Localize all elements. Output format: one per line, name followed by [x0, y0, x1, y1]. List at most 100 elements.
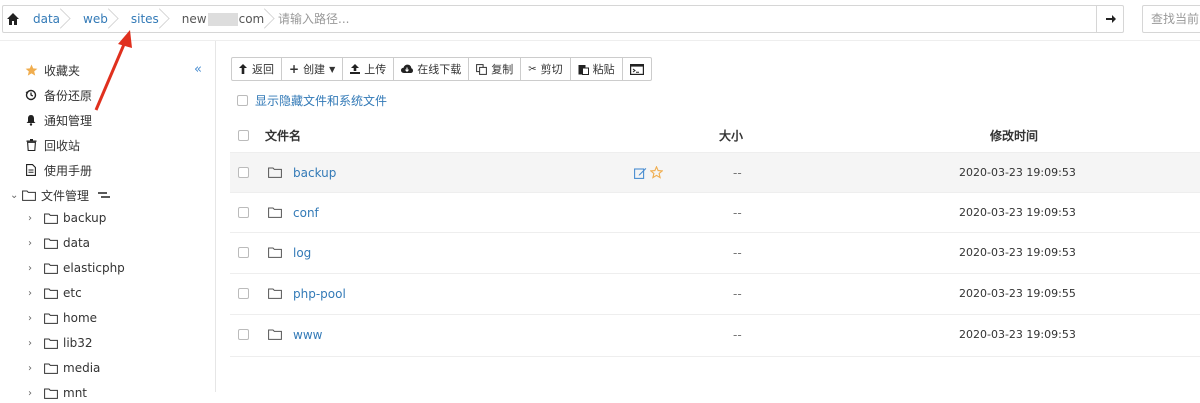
scissors-icon: ✂ [528, 63, 537, 75]
modified-time: 2020-03-23 19:09:55 [959, 287, 1076, 300]
modified-time: 2020-03-23 19:09:53 [959, 206, 1076, 219]
plus-icon: + [289, 62, 300, 76]
sidebar-item-label: 回收站 [44, 138, 81, 153]
sidebar-item-label: 使用手册 [44, 163, 93, 178]
chevron-right-icon: › [28, 237, 32, 249]
sidebar-item-backup-restore[interactable]: 备份还原 [24, 85, 92, 105]
download-label: 在线下载 [417, 63, 462, 76]
table-row[interactable]: php-pool -- 2020-03-23 19:09:55 [230, 273, 1200, 313]
folder-icon [268, 207, 282, 218]
file-name-link[interactable]: log [293, 246, 311, 260]
tree-item[interactable]: › backup [28, 208, 106, 228]
column-header-size[interactable]: 大小 [719, 127, 743, 144]
create-button[interactable]: + 创建 ▼ [282, 58, 344, 80]
folder-icon [22, 190, 36, 201]
table-row[interactable]: log -- 2020-03-23 19:09:53 [230, 232, 1200, 272]
file-name-link[interactable]: php-pool [293, 287, 346, 301]
sidebar-item-label: 通知管理 [44, 113, 93, 128]
file-size: -- [733, 165, 742, 180]
chevron-right-icon: › [28, 312, 32, 324]
path-input[interactable] [272, 6, 1094, 32]
breadcrumb-current[interactable]: new com [173, 6, 278, 32]
arrow-up-icon [239, 64, 247, 74]
arrow-right-icon [1105, 15, 1116, 23]
tree-item[interactable]: › home [28, 308, 97, 328]
online-download-button[interactable]: 在线下载 [394, 58, 470, 80]
chevron-right-icon: › [28, 287, 32, 299]
sidebar-item-notifications[interactable]: 通知管理 [24, 110, 92, 130]
chevron-right-icon: › [28, 262, 32, 274]
show-hidden-checkbox[interactable] [237, 95, 248, 106]
row-checkbox[interactable] [238, 329, 249, 340]
file-toolbar: 返回 + 创建 ▼ 上传 在线下载 复制 ✂ 剪切 粘贴 [231, 57, 652, 81]
tree-toggle-icon[interactable] [97, 190, 111, 200]
sidebar-item-file-manager[interactable]: ⌄ 文件管理 [10, 185, 111, 205]
sidebar-item-manual[interactable]: 使用手册 [24, 160, 92, 180]
star-outline-icon[interactable] [650, 166, 663, 179]
sidebar-item-label: 备份还原 [44, 88, 93, 103]
tree-item[interactable]: › data [28, 233, 90, 253]
modified-time: 2020-03-23 19:09:53 [959, 246, 1076, 259]
paste-button[interactable]: 粘贴 [571, 58, 623, 80]
upload-button[interactable]: 上传 [343, 58, 395, 80]
show-hidden-files-toggle[interactable]: 显示隐藏文件和系统文件 [237, 92, 387, 109]
folder-icon [44, 338, 58, 349]
tree-item[interactable]: › lib32 [28, 333, 93, 353]
paste-label: 粘贴 [592, 63, 615, 76]
back-button[interactable]: 返回 [232, 58, 282, 80]
folder-icon [44, 388, 58, 399]
file-name-link[interactable]: backup [293, 166, 336, 180]
file-name-link[interactable]: www [293, 328, 322, 342]
sidebar: « 收藏夹 备份还原 通知管理 回收站 使用手册 ⌄ 文件管理 › backup… [0, 41, 216, 400]
edit-icon[interactable] [634, 167, 647, 179]
terminal-button[interactable] [623, 58, 651, 80]
paste-icon [578, 64, 589, 75]
upload-icon [350, 64, 361, 74]
breadcrumb-sites[interactable]: sites [122, 6, 173, 32]
row-checkbox[interactable] [238, 207, 249, 218]
modified-time: 2020-03-23 19:09:53 [959, 166, 1076, 179]
folder-icon [268, 247, 282, 258]
table-bottom-border [230, 356, 1200, 357]
sidebar-item-label: 文件管理 [41, 188, 90, 203]
show-hidden-label: 显示隐藏文件和系统文件 [255, 94, 388, 108]
column-header-name[interactable]: 文件名 [265, 127, 301, 144]
tree-item[interactable]: › mnt [28, 383, 87, 403]
folder-icon [44, 213, 58, 224]
row-checkbox[interactable] [238, 247, 249, 258]
tree-item[interactable]: › media [28, 358, 100, 378]
row-checkbox[interactable] [238, 167, 249, 178]
table-row[interactable]: conf -- 2020-03-23 19:09:53 [230, 192, 1200, 232]
breadcrumb-web[interactable]: web [74, 6, 122, 32]
sidebar-item-recycle-bin[interactable]: 回收站 [24, 135, 80, 155]
star-icon [24, 63, 38, 77]
select-all-checkbox[interactable] [238, 129, 249, 141]
table-row[interactable]: backup -- 2020-03-23 19:09:53 [230, 152, 1200, 192]
tree-item-label: etc [63, 286, 82, 300]
chevron-right-icon: › [28, 212, 32, 224]
sidebar-item-favorites[interactable]: 收藏夹 [24, 60, 80, 80]
go-path-button[interactable] [1096, 6, 1124, 32]
row-checkbox[interactable] [238, 288, 249, 299]
cut-button[interactable]: ✂ 剪切 [521, 58, 571, 80]
folder-icon [268, 167, 282, 178]
file-name-link[interactable]: conf [293, 206, 319, 220]
search-input[interactable]: 查找当前 [1142, 5, 1200, 33]
home-icon[interactable] [6, 12, 20, 26]
folder-icon [44, 238, 58, 249]
back-label: 返回 [252, 63, 274, 76]
copy-button[interactable]: 复制 [469, 58, 522, 80]
table-row[interactable]: www -- 2020-03-23 19:09:53 [230, 314, 1200, 354]
tree-item[interactable]: › etc [28, 283, 82, 303]
column-header-modified[interactable]: 修改时间 [990, 127, 1038, 144]
copy-label: 复制 [491, 63, 514, 76]
tree-item-label: elasticphp [63, 261, 125, 275]
tree-item[interactable]: › elasticphp [28, 258, 125, 278]
collapse-sidebar-button[interactable]: « [194, 62, 202, 77]
breadcrumb-data[interactable]: data [24, 6, 74, 32]
history-icon [24, 88, 38, 102]
file-size: -- [733, 245, 742, 260]
file-size: -- [733, 286, 742, 301]
table-header: 文件名 大小 修改时间 [230, 118, 1200, 152]
folder-icon [44, 288, 58, 299]
